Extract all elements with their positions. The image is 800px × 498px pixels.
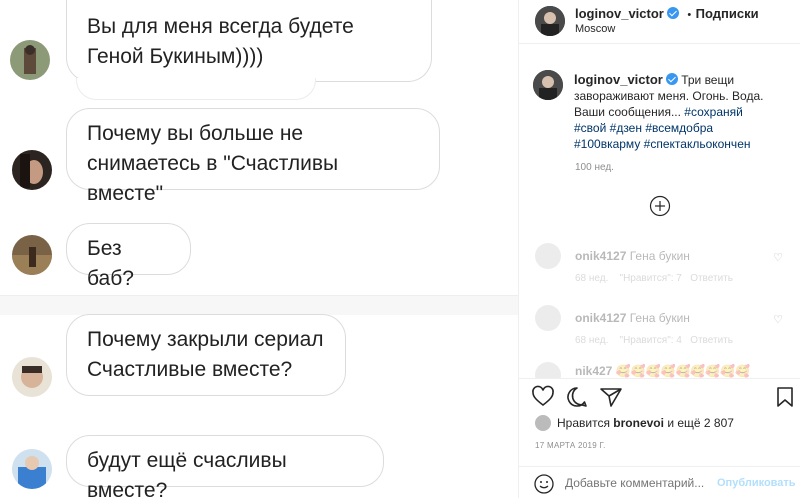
post-date: 17 МАРТА 2019 Г.	[535, 441, 606, 450]
hashtag[interactable]: #спектакльокончен	[644, 137, 751, 151]
verified-icon	[666, 7, 679, 19]
likes-summary[interactable]: Нравится bronevoi и ещё 2 807	[557, 416, 734, 430]
comment-item: nik427 🥰🥰🥰🥰🥰🥰🥰🥰🥰	[519, 362, 800, 378]
post-caption: loginov_victor Три вещи завораживают мен…	[574, 72, 774, 152]
image-divider	[0, 295, 518, 315]
comment-heart-icon[interactable]: ♡	[773, 251, 783, 264]
likes-user[interactable]: bronevoi	[613, 416, 664, 430]
share-icon[interactable]	[599, 385, 623, 409]
comment-avatar[interactable]	[535, 243, 561, 269]
comment-age: 68 нед.	[575, 273, 609, 284]
comment-username[interactable]: onik4127	[575, 311, 626, 325]
bookmark-icon[interactable]	[773, 385, 797, 409]
chat-avatar-2	[12, 150, 52, 190]
comment-heart-icon[interactable]: ♡	[773, 313, 783, 326]
comment-text: Гена букин	[629, 311, 690, 325]
hashtag[interactable]: #свой	[574, 121, 606, 135]
add-comment-bar: Опубликовать	[519, 466, 800, 498]
header-separator: •	[687, 9, 692, 21]
chat-bubble-5: будут ещё счасливы вместе?	[66, 435, 384, 498]
action-bar	[519, 378, 800, 412]
comment-text: Гена букин	[629, 249, 690, 263]
post-age: 100 нед.	[575, 162, 614, 173]
publish-button[interactable]: Опубликовать	[717, 477, 796, 489]
header-location[interactable]: Moscow	[575, 23, 615, 35]
hashtag[interactable]: #100вкарму	[574, 137, 640, 151]
hashtag[interactable]: #всемдобра	[645, 121, 713, 135]
verified-icon	[665, 73, 678, 85]
comment-icon[interactable]	[565, 385, 589, 409]
likes-prefix: Нравится	[557, 416, 610, 430]
likes-suffix[interactable]: и ещё 2 807	[667, 416, 734, 430]
comment-item: onik4127 Гена букин 68 нед. "Нравится": …	[519, 243, 800, 293]
chat-bubble-ghost	[76, 78, 316, 100]
comment-text: 🥰🥰🥰🥰🥰🥰🥰🥰🥰	[615, 364, 751, 378]
chat-avatar-4	[12, 357, 52, 397]
reply-button[interactable]: Ответить	[690, 335, 733, 346]
comment-username[interactable]: nik427	[575, 364, 612, 378]
comment-input[interactable]	[565, 475, 715, 491]
chat-bubble-3: Без баб?	[66, 223, 191, 290]
post-image: Вы для меня всегда будете Геной Букиным)…	[0, 0, 518, 498]
comment-likes[interactable]: "Нравится": 7	[620, 273, 682, 284]
comment-avatar[interactable]	[535, 305, 561, 331]
emoji-icon[interactable]	[533, 473, 555, 495]
follow-button[interactable]: Подписки	[696, 6, 759, 21]
chat-avatar-1	[10, 40, 50, 80]
heart-icon[interactable]	[531, 385, 555, 409]
chat-bubble-2: Почему вы больше не снимаетесь в "Счастл…	[66, 108, 440, 205]
comment-username[interactable]: onik4127	[575, 249, 626, 263]
chat-avatar-3	[12, 235, 52, 275]
post-header: loginov_victor • Подписки Moscow	[519, 0, 800, 44]
hashtag[interactable]: #дзен	[610, 121, 642, 135]
hashtag[interactable]: #сохраняй	[684, 105, 743, 119]
comment-likes[interactable]: "Нравится": 4	[620, 335, 682, 346]
post-side-panel: loginov_victor • Подписки Moscow loginov…	[518, 0, 800, 498]
header-username[interactable]: loginov_victor	[575, 6, 664, 21]
chat-bubble-1: Вы для меня всегда будете Геной Букиным)…	[66, 0, 432, 82]
comment-avatar[interactable]	[535, 362, 561, 378]
caption-username[interactable]: loginov_victor	[574, 72, 663, 87]
caption-avatar[interactable]	[533, 70, 563, 100]
likes-avatar[interactable]	[535, 415, 551, 431]
comment-item: onik4127 Гена букин 68 нед. "Нравится": …	[519, 305, 800, 355]
header-avatar[interactable]	[535, 6, 565, 36]
comment-age: 68 нед.	[575, 335, 609, 346]
reply-button[interactable]: Ответить	[690, 273, 733, 284]
add-comment-plus-icon[interactable]	[649, 195, 671, 217]
chat-avatar-5	[12, 449, 52, 489]
chat-bubble-4: Почему закрыли сериал Счастливые вместе?	[66, 314, 346, 396]
